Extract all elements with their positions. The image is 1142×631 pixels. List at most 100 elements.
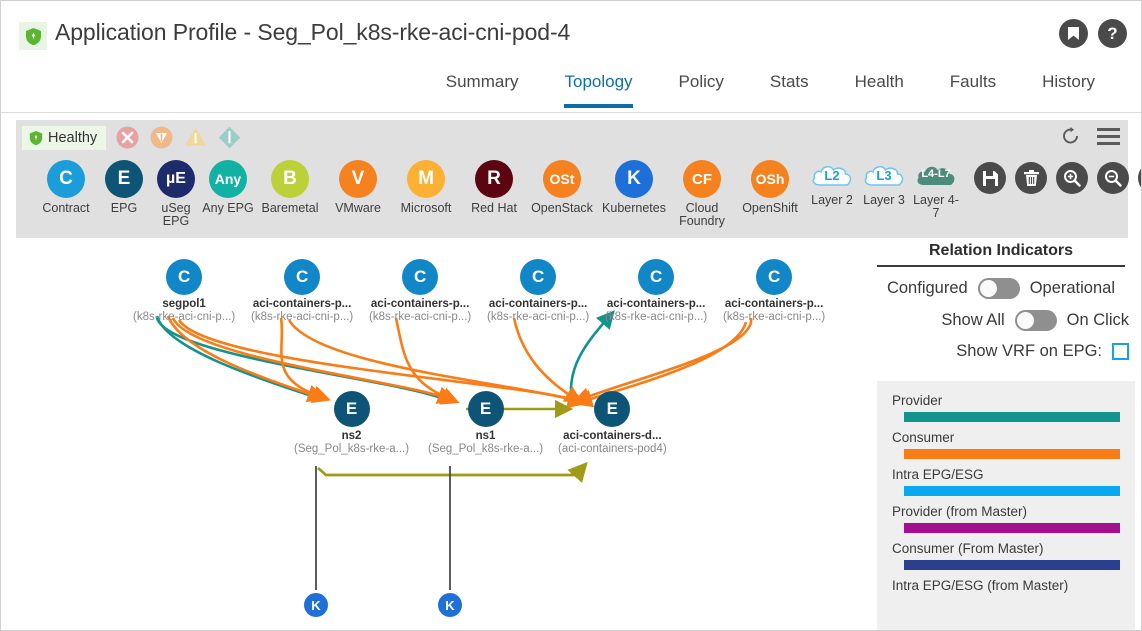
zoom-in-icon[interactable] <box>1056 162 1088 194</box>
legend-item-microsoft[interactable]: M Microsoft <box>390 160 462 215</box>
legend-label-any-epg: Any EPG <box>202 201 254 215</box>
legend-item-contract[interactable]: C Contract <box>34 160 98 215</box>
topology-node-kubernetes[interactable]: K <box>304 593 328 617</box>
legend-item-layer3[interactable]: L3 Layer 3 <box>858 160 910 207</box>
show-vrf-checkbox[interactable] <box>1112 343 1129 360</box>
node-parent-label: (k8s-rke-aci-cni-p...) <box>133 311 236 323</box>
legend-bar-consumer-master <box>904 560 1120 570</box>
legend-label-epg: EPG <box>110 201 138 215</box>
legend-label-cloud-foundry: Cloud Foundry <box>679 201 725 228</box>
configured-operational-toggle[interactable] <box>977 278 1020 299</box>
topology-node-contract[interactable]: C segpol1 (k8s-rke-aci-cni-p...) <box>133 259 235 323</box>
legend-label-openshift: OpenShift <box>742 201 798 215</box>
cloud-foundry-icon: CF <box>683 160 721 198</box>
legend-label-baremetal: Baremetal <box>261 201 319 215</box>
legend-item-useg-epg[interactable]: µE uSeg EPG <box>150 160 202 228</box>
topology-node-contract[interactable]: C aci-containers-p... (k8s-rke-aci-cni-p… <box>369 259 471 323</box>
show-all-on-click-toggle[interactable] <box>1014 310 1057 331</box>
topology-node-contract[interactable]: C aci-containers-p... (k8s-rke-aci-cni-p… <box>251 259 353 323</box>
legend-label-provider-master: Provider (from Master) <box>892 504 1028 519</box>
microsoft-icon: M <box>407 160 445 198</box>
topology-node-contract[interactable]: C aci-containers-p... (k8s-rke-aci-cni-p… <box>723 259 825 323</box>
topology-node-epg[interactable]: E ns1 (Seg_Pol_k8s-rke-a...) <box>428 391 543 455</box>
relation-indicators-panel: Relation Indicators Configured Operation… <box>859 238 1141 630</box>
legend-item-baremetal[interactable]: B Baremetal <box>254 160 326 215</box>
epg-icon: E <box>105 160 143 198</box>
tab-health[interactable]: Health <box>855 63 904 108</box>
node-parent-label: (k8s-rke-aci-cni-p...) <box>723 311 826 323</box>
refresh-icon[interactable] <box>1061 126 1081 146</box>
legend-item-layer2[interactable]: L2 Layer 2 <box>806 160 858 207</box>
tab-faults[interactable]: Faults <box>950 63 996 108</box>
legend-bar-consumer <box>904 449 1120 459</box>
legend-label-microsoft: Microsoft <box>400 201 452 215</box>
topology-node-contract[interactable]: C aci-containers-p... (k8s-rke-aci-cni-p… <box>487 259 589 323</box>
legend-label-contract: Contract <box>42 201 90 215</box>
contract-icon: C <box>756 259 793 295</box>
node-label: ns1 <box>475 430 496 442</box>
contract-icon: C <box>638 259 675 295</box>
legend-item-vmware[interactable]: V VMware <box>326 160 390 215</box>
major-fault-icon[interactable] <box>149 125 174 150</box>
legend-item-redhat[interactable]: R Red Hat <box>462 160 526 215</box>
topology-canvas[interactable]: C segpol1 (k8s-rke-aci-cni-p...) C aci-c… <box>16 238 856 628</box>
layer4-7-cloud-icon: L4-L7 <box>914 160 958 190</box>
legend-label-layer3: Layer 3 <box>863 193 905 207</box>
node-label: ns2 <box>341 430 362 442</box>
node-parent-label: (k8s-rke-aci-cni-p...) <box>487 311 590 323</box>
critical-fault-icon[interactable] <box>115 125 140 150</box>
legend-item-openstack[interactable]: OSt OpenStack <box>526 160 598 215</box>
health-status-badge[interactable]: Healthy <box>22 125 107 150</box>
tab-summary[interactable]: Summary <box>446 63 519 108</box>
legend-item-layer4-7[interactable]: L4-L7 Layer 4-7 <box>910 160 962 220</box>
help-icon[interactable]: ? <box>1098 19 1127 48</box>
canvas-tool-group <box>974 162 1141 194</box>
reset-zoom-icon[interactable] <box>1138 162 1141 194</box>
tab-topology[interactable]: Topology <box>564 63 633 108</box>
epg-icon: E <box>594 391 631 427</box>
node-label: aci-containers-p... <box>488 298 588 310</box>
save-icon[interactable] <box>974 162 1006 194</box>
warning-fault-icon[interactable] <box>217 125 242 150</box>
hamburger-menu-icon[interactable] <box>1097 127 1120 145</box>
topology-node-kubernetes[interactable]: K <box>438 593 462 617</box>
legend-item-any-epg[interactable]: Any Any EPG <box>202 160 254 215</box>
legend-label-kubernetes: Kubernetes <box>602 201 666 215</box>
node-parent-label: (k8s-rke-aci-cni-p...) <box>369 311 472 323</box>
node-parent-label: (k8s-rke-aci-cni-p...) <box>251 311 354 323</box>
topology-node-epg[interactable]: E ns2 (Seg_Pol_k8s-rke-a...) <box>294 391 409 455</box>
tab-bar: Summary Topology Policy Stats Health Fau… <box>1 63 1141 113</box>
openshift-icon: OSh <box>751 160 789 198</box>
legend-label-layer4-7: Layer 4-7 <box>913 193 959 220</box>
legend-label-useg-epg: uSeg EPG <box>161 201 191 228</box>
legend-label-layer2: Layer 2 <box>811 193 853 207</box>
toolbar-right-controls <box>1061 126 1120 146</box>
contract-icon: C <box>166 259 203 295</box>
tab-stats[interactable]: Stats <box>770 63 809 108</box>
legend-bar-provider-master <box>904 523 1120 533</box>
health-status-label: Healthy <box>48 129 98 146</box>
tab-policy[interactable]: Policy <box>679 63 724 108</box>
any-epg-icon: Any <box>209 160 247 198</box>
legend-label-provider: Provider <box>892 393 943 408</box>
zoom-out-icon[interactable] <box>1097 162 1129 194</box>
kubernetes-icon: K <box>438 593 462 617</box>
layer3-cloud-icon: L3 <box>862 160 906 190</box>
topology-node-epg[interactable]: E aci-containers-d... (aci-containers-po… <box>558 391 667 455</box>
legend-item-cloud-foundry[interactable]: CF Cloud Foundry <box>670 160 734 228</box>
health-status-row: Healthy <box>22 125 242 150</box>
epg-icon: E <box>333 391 370 427</box>
show-all-on-click-row: Show All On Click <box>859 310 1141 331</box>
legend-item-kubernetes[interactable]: K Kubernetes <box>598 160 670 215</box>
tab-history[interactable]: History <box>1042 63 1095 108</box>
legend-bar-intra-epg-esg <box>904 486 1120 496</box>
topology-node-contract[interactable]: C aci-containers-p... (k8s-rke-aci-cni-p… <box>605 259 707 323</box>
legend-item-openshift[interactable]: OSh OpenShift <box>734 160 806 215</box>
node-label: aci-containers-p... <box>606 298 706 310</box>
bookmark-icon[interactable] <box>1059 19 1088 48</box>
legend-item-epg[interactable]: E EPG <box>98 160 150 215</box>
contract-icon: C <box>284 259 321 295</box>
minor-fault-icon[interactable] <box>183 125 208 150</box>
delete-icon[interactable] <box>1015 162 1047 194</box>
vmware-icon: V <box>339 160 377 198</box>
